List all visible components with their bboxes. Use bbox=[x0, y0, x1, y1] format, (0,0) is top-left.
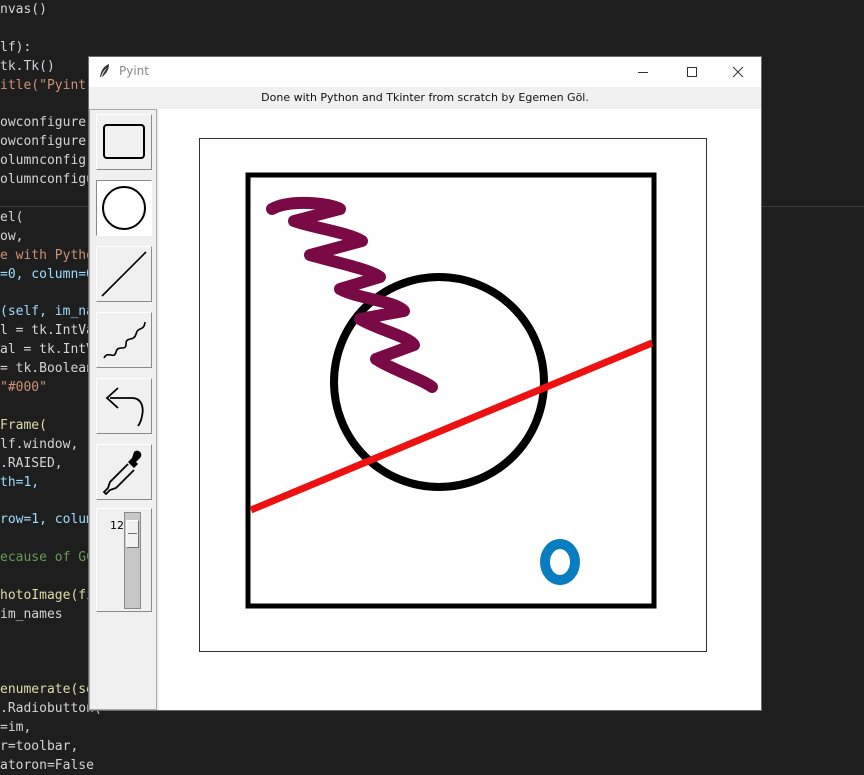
canvas-area[interactable] bbox=[159, 109, 761, 710]
code-line: =0, column=0 bbox=[0, 266, 94, 282]
drawn-small-oval bbox=[540, 539, 580, 585]
close-button[interactable] bbox=[715, 57, 761, 87]
code-line: .RAISED, bbox=[0, 455, 63, 471]
code-line: olumnconfig bbox=[0, 153, 87, 169]
code-line: th=1, bbox=[0, 474, 40, 490]
code-line: =im, bbox=[0, 720, 32, 736]
code-line: olumnconfigu bbox=[0, 172, 94, 188]
code-line: "#000" bbox=[0, 380, 47, 395]
code-line: .Radiobutton( bbox=[0, 701, 102, 717]
title-bar[interactable]: Pyint bbox=[89, 57, 761, 87]
maximize-button[interactable] bbox=[669, 57, 715, 87]
undo-arrow-icon bbox=[105, 387, 144, 427]
eyedropper-tool-button[interactable] bbox=[96, 444, 152, 500]
brush-size-value: 12 bbox=[110, 519, 124, 532]
squiggle-icon bbox=[103, 321, 146, 359]
code-line: el( bbox=[0, 209, 24, 225]
toolbar: 12 bbox=[89, 109, 157, 710]
drawn-rectangle bbox=[245, 172, 657, 609]
code-line: itle("Pyint" bbox=[0, 77, 94, 93]
drawing-canvas[interactable] bbox=[199, 138, 707, 652]
code-line: hotoImage(fi bbox=[0, 587, 94, 603]
code-line: lf.window, bbox=[0, 436, 79, 452]
brush-size-scale[interactable]: 12 bbox=[96, 508, 152, 612]
eyedropper-icon bbox=[102, 450, 142, 496]
code-line: nvas() bbox=[0, 2, 47, 17]
pyint-window: Pyint Done with Python and Tkinter from … bbox=[88, 56, 762, 711]
line-icon bbox=[101, 251, 147, 297]
code-line: owconfigure( bbox=[0, 115, 94, 131]
rectangle-icon bbox=[103, 124, 145, 159]
drawn-freehand-stroke bbox=[266, 196, 438, 393]
code-line: atoron=False bbox=[0, 758, 94, 773]
code-line: l = tk.IntVa bbox=[0, 323, 94, 339]
scale-trough[interactable] bbox=[124, 512, 141, 609]
feather-icon bbox=[100, 64, 109, 77]
code-line: ecause of GC bbox=[0, 550, 94, 566]
status-label: Done with Python and Tkinter from scratc… bbox=[261, 91, 589, 104]
code-line: enumerate(se bbox=[0, 682, 94, 698]
freehand-tool-button[interactable] bbox=[96, 312, 152, 368]
code-line: e with Pytho bbox=[0, 247, 94, 263]
minimize-icon bbox=[638, 72, 648, 73]
code-line: lf): bbox=[0, 39, 32, 55]
code-line: Frame( bbox=[0, 417, 47, 433]
rectangle-tool-button[interactable] bbox=[96, 114, 152, 170]
undo-tool-button[interactable] bbox=[96, 378, 152, 434]
drawn-circle bbox=[330, 273, 548, 491]
window-title: Pyint bbox=[119, 64, 149, 78]
code-line: al = tk.IntV bbox=[0, 342, 94, 358]
code-line: row=1, colum bbox=[0, 512, 94, 528]
code-line: r=toolbar, bbox=[0, 739, 79, 755]
close-icon bbox=[732, 66, 744, 78]
canvas-drawing bbox=[245, 172, 657, 609]
line-tool-button[interactable] bbox=[96, 246, 152, 302]
circle-icon bbox=[102, 186, 146, 230]
maximize-icon bbox=[687, 67, 697, 77]
code-line: ow, bbox=[0, 228, 24, 244]
code-line: owconfigure( bbox=[0, 134, 94, 150]
scale-slider-handle[interactable] bbox=[126, 520, 139, 549]
oval-tool-button[interactable] bbox=[96, 180, 152, 236]
code-line: tk.Tk() bbox=[0, 58, 55, 74]
code-line: = tk.Boolean bbox=[0, 361, 94, 377]
minimize-button[interactable] bbox=[620, 57, 666, 87]
code-line: (self, im_na bbox=[0, 304, 94, 320]
code-line: im_names bbox=[0, 606, 63, 622]
